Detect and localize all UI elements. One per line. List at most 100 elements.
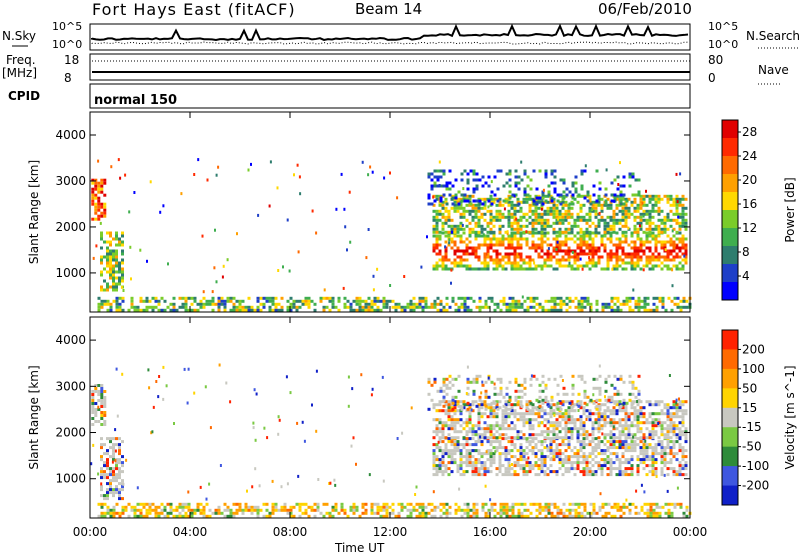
echo-cell bbox=[628, 380, 632, 384]
echo-cell bbox=[519, 443, 523, 447]
echo-cell bbox=[169, 511, 173, 515]
echo-cell bbox=[505, 508, 509, 512]
echo-cell bbox=[559, 511, 563, 515]
echo-cell bbox=[651, 215, 655, 219]
echo-cell bbox=[637, 392, 641, 396]
echo-cell bbox=[178, 505, 182, 509]
echo-cell bbox=[520, 514, 524, 518]
echo-cell bbox=[624, 215, 628, 219]
echo-cell bbox=[453, 261, 457, 265]
echo-cell bbox=[567, 227, 571, 231]
echo-cell bbox=[648, 246, 652, 250]
echo-cell bbox=[343, 207, 346, 211]
echo-cell bbox=[451, 184, 455, 188]
echo-cell bbox=[579, 257, 582, 261]
echo-cell bbox=[115, 367, 118, 371]
echo-cell bbox=[498, 243, 502, 247]
echo-cell bbox=[645, 203, 649, 207]
echo-cell bbox=[495, 267, 499, 271]
echo-cell bbox=[427, 392, 431, 396]
echo-cell bbox=[115, 488, 118, 492]
echo-cell bbox=[579, 209, 583, 213]
echo-cell bbox=[648, 267, 652, 271]
echo-cell bbox=[472, 502, 476, 506]
echo-cell bbox=[627, 412, 631, 416]
echo-cell bbox=[585, 227, 589, 231]
echo-cell bbox=[244, 502, 248, 506]
echo-cell bbox=[106, 246, 109, 250]
echo-cell bbox=[600, 255, 604, 259]
echo-cell bbox=[489, 227, 493, 231]
echo-cell bbox=[606, 261, 610, 265]
echo-cell bbox=[293, 173, 295, 177]
echo-cell bbox=[682, 514, 686, 518]
colorbar: 2001005015-15-50-100-200Velocity [m s^-1… bbox=[721, 329, 797, 506]
echo-cell bbox=[444, 215, 448, 219]
echo-cell bbox=[118, 452, 121, 456]
echo-cell bbox=[540, 415, 544, 419]
echo-cell bbox=[487, 205, 490, 209]
echo-cell bbox=[672, 203, 676, 207]
echo-cell bbox=[573, 446, 577, 450]
echo-cell bbox=[471, 403, 475, 407]
echo-cell bbox=[643, 502, 647, 506]
echo-cell bbox=[499, 377, 503, 381]
echo-cell bbox=[516, 403, 520, 407]
echo-cell bbox=[583, 380, 587, 384]
echo-cell bbox=[450, 458, 454, 462]
echo-cell bbox=[603, 412, 607, 416]
echo-cell bbox=[435, 246, 439, 250]
echo-cell bbox=[627, 418, 631, 422]
echo-cell bbox=[537, 221, 541, 225]
echo-cell bbox=[666, 267, 670, 271]
echo-cell bbox=[600, 458, 604, 462]
echo-cell bbox=[624, 224, 628, 228]
echo-cell bbox=[520, 302, 524, 306]
echo-cell bbox=[582, 458, 586, 462]
echo-cell bbox=[486, 424, 490, 428]
echo-cell bbox=[103, 288, 106, 292]
echo-cell bbox=[492, 412, 496, 416]
echo-cell bbox=[489, 498, 492, 502]
echo-cell bbox=[667, 508, 671, 512]
echo-cell bbox=[576, 464, 580, 468]
echo-cell bbox=[468, 452, 472, 456]
echo-cell bbox=[460, 508, 464, 512]
echo-cell bbox=[106, 302, 110, 306]
echo-cell bbox=[630, 252, 634, 256]
echo-cell bbox=[483, 206, 487, 210]
echo-cell bbox=[397, 511, 401, 515]
echo-cell bbox=[507, 412, 511, 416]
echo-cell bbox=[663, 436, 667, 440]
echo-cell bbox=[211, 290, 214, 294]
echo-cell bbox=[636, 206, 640, 210]
echo-cell bbox=[681, 415, 685, 419]
echo-cell bbox=[612, 421, 616, 425]
echo-cell bbox=[112, 514, 116, 518]
echo-cell bbox=[103, 420, 107, 423]
echo-cell bbox=[619, 404, 623, 408]
echo-cell bbox=[619, 374, 623, 378]
echo-cell bbox=[109, 440, 112, 444]
echo-cell bbox=[106, 282, 109, 286]
echo-cell bbox=[262, 502, 266, 506]
echo-cell bbox=[681, 246, 685, 250]
echo-cell bbox=[510, 427, 514, 431]
echo-cell bbox=[645, 473, 649, 477]
echo-cell bbox=[109, 264, 112, 268]
echo-cell bbox=[447, 467, 451, 471]
echo-cell bbox=[597, 452, 601, 456]
echo-cell bbox=[159, 210, 162, 214]
echo-cell bbox=[118, 267, 121, 271]
echo-cell bbox=[256, 305, 260, 309]
echo-cell bbox=[574, 175, 578, 179]
echo-cell bbox=[435, 403, 439, 407]
echo-cell bbox=[466, 401, 470, 405]
echo-cell bbox=[637, 511, 641, 515]
echo-cell bbox=[376, 505, 380, 509]
echo-cell bbox=[684, 464, 688, 468]
echo-cell bbox=[669, 436, 673, 440]
echo-cell bbox=[631, 296, 635, 300]
echo-cell bbox=[519, 430, 523, 434]
echo-cell bbox=[649, 514, 653, 518]
